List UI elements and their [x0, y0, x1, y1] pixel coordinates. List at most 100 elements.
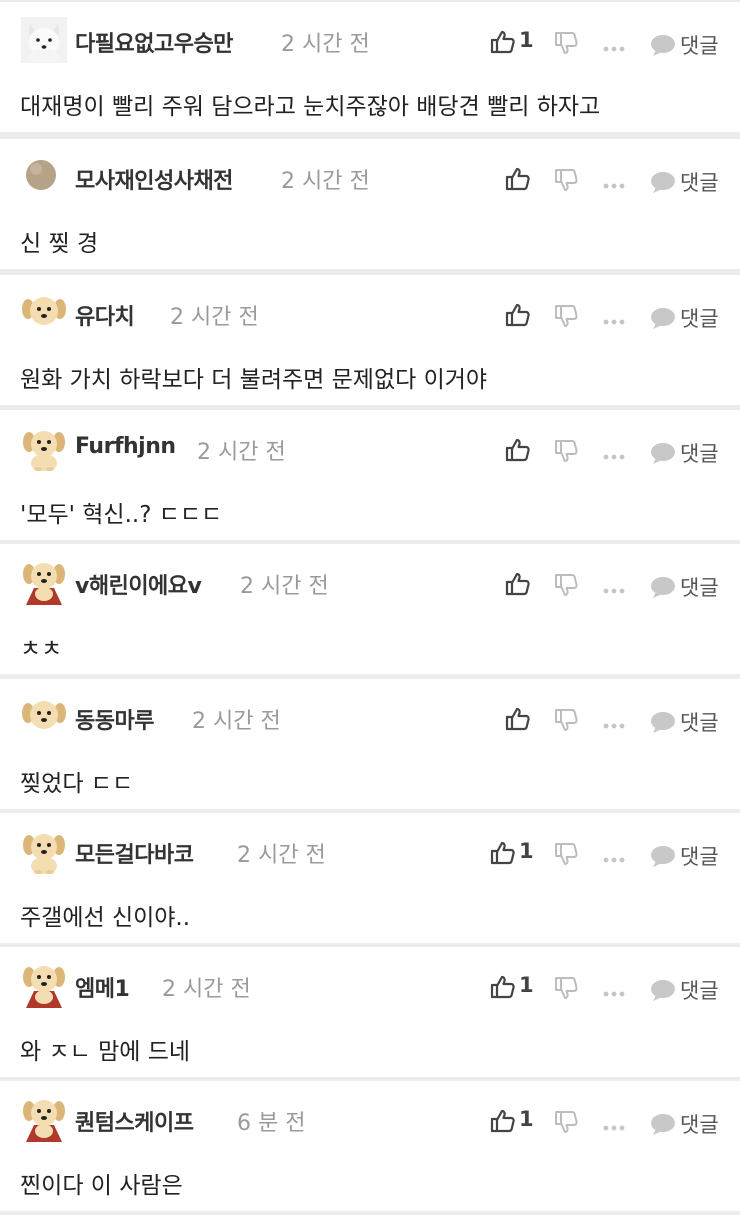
author-name[interactable]: 모사재인성사채전 — [75, 163, 233, 195]
reply-label: 댓글 — [680, 576, 719, 600]
timestamp: 2 시간 전 — [281, 32, 370, 57]
more-dots-icon[interactable] — [603, 175, 625, 189]
reply-button[interactable]: 댓글 — [650, 841, 730, 869]
avatar[interactable] — [21, 694, 67, 740]
avatar[interactable] — [21, 828, 67, 874]
author-name[interactable]: v해린이에요v — [75, 568, 202, 600]
more-dots-icon[interactable] — [603, 446, 625, 460]
reply-button[interactable]: 댓글 — [650, 30, 730, 58]
comment-header: 퀀텀스케이프 6 분 전 1 댓글 — [0, 1081, 740, 1151]
avatar[interactable] — [21, 290, 67, 336]
thumbs-down-icon[interactable] — [554, 1109, 578, 1135]
comment-item: v해린이에요v 2 시간 전 댓글 ㅊㅊ — [0, 544, 740, 674]
thumbs-down-icon[interactable] — [554, 572, 578, 598]
avatar[interactable] — [21, 962, 67, 1008]
comment-header: 동동마루 2 시간 전 댓글 — [0, 679, 740, 749]
comment-header: 다필요없고우승만 2 시간 전 1 댓글 — [0, 2, 740, 72]
thumbs-up-icon[interactable] — [490, 840, 516, 866]
more-dots-icon[interactable] — [603, 580, 625, 594]
comment-item: 다필요없고우승만 2 시간 전 1 댓글대재명이 빨리 주워 담으라고 눈치주잖아 배… — [0, 2, 740, 132]
thumbs-down-icon[interactable] — [554, 841, 578, 867]
thumbs-down-icon[interactable] — [554, 707, 578, 733]
timestamp: 6 분 전 — [237, 1111, 306, 1136]
like-count: 1 — [519, 28, 534, 52]
reply-button[interactable]: 댓글 — [650, 572, 730, 600]
comment-header: 모든걸다바코 2 시간 전 1 댓글 — [0, 813, 740, 883]
speech-bubble-icon — [650, 576, 676, 598]
comment-item: 퀀텀스케이프 6 분 전 1 댓글 찐이다 이 사람은 — [0, 1081, 740, 1211]
more-dots-icon[interactable] — [603, 849, 625, 863]
timestamp: 2 시간 전 — [197, 440, 286, 465]
reply-label: 댓글 — [680, 711, 719, 735]
timestamp: 2 시간 전 — [162, 977, 251, 1002]
thumbs-up-icon[interactable] — [505, 166, 531, 192]
comment-item: 엠메1 2 시간 전 1 댓글와 ㅈㄴ 맘에 드네 — [0, 947, 740, 1077]
more-dots-icon[interactable] — [603, 1117, 625, 1131]
reply-label: 댓글 — [680, 845, 719, 869]
thumbs-up-icon[interactable] — [505, 706, 531, 732]
comment-text: '모두' 혁신..? ㄷㄷㄷ — [20, 502, 223, 528]
reply-button[interactable]: 댓글 — [650, 167, 730, 195]
thumbs-up-icon[interactable] — [505, 437, 531, 463]
speech-bubble-icon — [650, 1113, 676, 1135]
speech-bubble-icon — [650, 171, 676, 193]
comment-text: 와 ㅈㄴ 맘에 드네 — [20, 1039, 191, 1065]
author-name[interactable]: 모든걸다바코 — [75, 837, 194, 869]
reply-button[interactable]: 댓글 — [650, 707, 730, 735]
reply-label: 댓글 — [680, 171, 719, 195]
avatar[interactable] — [21, 425, 67, 471]
avatar[interactable] — [21, 1096, 67, 1142]
thumbs-down-icon[interactable] — [554, 303, 578, 329]
comment-header: 유다치 2 시간 전 댓글 — [0, 275, 740, 345]
timestamp: 2 시간 전 — [281, 169, 370, 194]
avatar[interactable] — [21, 154, 67, 200]
comment-list: 다필요없고우승만 2 시간 전 1 댓글 대재명이 빨리 주워 담으라고 눈치주잖아 배… — [0, 0, 740, 1215]
speech-bubble-icon — [650, 442, 676, 464]
like-count: 1 — [519, 1107, 534, 1131]
author-name[interactable]: 다필요없고우승만 — [75, 26, 233, 58]
reply-label: 댓글 — [680, 442, 719, 466]
thumbs-up-icon[interactable] — [505, 571, 531, 597]
author-name[interactable]: 동동마루 — [75, 703, 154, 735]
author-name[interactable]: 유다치 — [75, 299, 135, 331]
reply-button[interactable]: 댓글 — [650, 975, 730, 1003]
thumbs-down-icon[interactable] — [554, 438, 578, 464]
comment-text: 찢었다 ㄷㄷ — [20, 771, 134, 797]
avatar[interactable] — [21, 559, 67, 605]
comment-text: 대재명이 빨리 주워 담으라고 눈치주잖아 배당견 빨리 하자고 — [20, 94, 601, 120]
thumbs-up-icon[interactable] — [490, 974, 516, 1000]
timestamp: 2 시간 전 — [192, 709, 281, 734]
speech-bubble-icon — [650, 845, 676, 867]
author-name[interactable]: Furfhjnn — [75, 434, 176, 459]
timestamp: 2 시간 전 — [240, 574, 329, 599]
speech-bubble-icon — [650, 307, 676, 329]
like-count: 1 — [519, 973, 534, 997]
speech-bubble-icon — [650, 979, 676, 1001]
thumbs-up-icon[interactable] — [490, 1108, 516, 1134]
more-dots-icon[interactable] — [603, 715, 625, 729]
comment-item: Furfhjnn 2 시간 전 댓글 '모두' 혁신..? ㄷㄷㄷ — [0, 410, 740, 540]
thumbs-down-icon[interactable] — [554, 30, 578, 56]
comment-header: 엠메1 2 시간 전 1 댓글 — [0, 947, 740, 1017]
author-name[interactable]: 엠메1 — [75, 971, 130, 1003]
more-dots-icon[interactable] — [603, 38, 625, 52]
comment-header: Furfhjnn 2 시간 전 댓글 — [0, 410, 740, 480]
avatar[interactable] — [21, 17, 67, 63]
thumbs-down-icon[interactable] — [554, 975, 578, 1001]
author-name[interactable]: 퀀텀스케이프 — [75, 1105, 194, 1137]
reply-button[interactable]: 댓글 — [650, 438, 730, 466]
thumbs-up-icon[interactable] — [505, 302, 531, 328]
speech-bubble-icon — [650, 711, 676, 733]
more-dots-icon[interactable] — [603, 311, 625, 325]
reply-label: 댓글 — [680, 979, 719, 1003]
thumbs-up-icon[interactable] — [490, 29, 516, 55]
reply-button[interactable]: 댓글 — [650, 303, 730, 331]
more-dots-icon[interactable] — [603, 983, 625, 997]
comment-item: 모사재인성사채전 2 시간 전 댓글신 찢 경 — [0, 139, 740, 269]
reply-button[interactable]: 댓글 — [650, 1109, 730, 1137]
reply-label: 댓글 — [680, 1113, 719, 1137]
comment-text: 신 찢 경 — [20, 231, 99, 257]
comment-item: 모든걸다바코 2 시간 전 1 댓글 주갤에선 신이야.. — [0, 813, 740, 943]
timestamp: 2 시간 전 — [170, 305, 259, 330]
thumbs-down-icon[interactable] — [554, 167, 578, 193]
